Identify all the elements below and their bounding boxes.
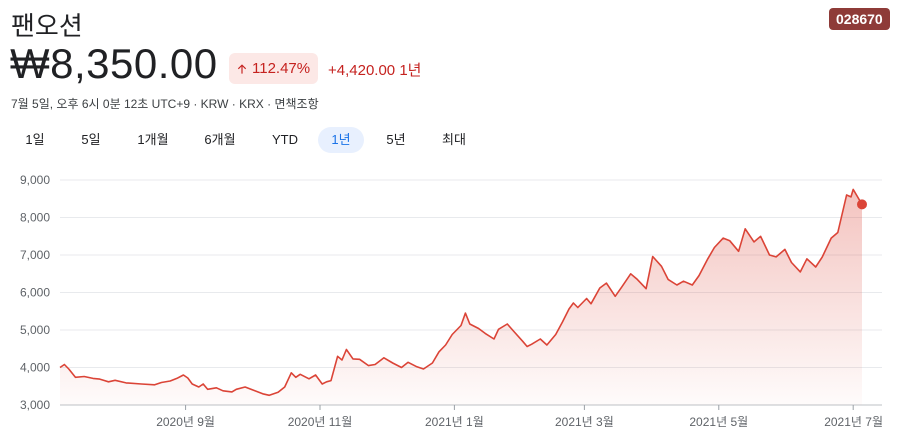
tab-1d[interactable]: 1일 — [14, 127, 56, 153]
tab-max[interactable]: 최대 — [432, 127, 476, 153]
x-tick-label: 2021년 3월 — [555, 415, 614, 429]
tab-1m[interactable]: 1개월 — [129, 127, 177, 153]
tab-6m[interactable]: 6개월 — [196, 127, 244, 153]
x-tick-label: 2021년 5월 — [689, 415, 748, 429]
price-meta: 7월 5일, 오후 6시 0분 12초 UTC+9 · KRW · KRX · … — [11, 97, 319, 111]
x-tick-label: 2020년 9월 — [156, 415, 215, 429]
stock-name: 팬오션 — [11, 11, 83, 41]
absolute-change: +4,420.00 1년 — [328, 62, 422, 79]
y-tick-label: 9,000 — [20, 173, 50, 187]
x-tick-label: 2020년 11월 — [288, 415, 353, 429]
range-tabs: 1일 5일 1개월 6개월 YTD 1년 5년 최대 — [0, 127, 897, 153]
ticker-badge[interactable]: 028670 — [829, 8, 890, 30]
y-axis: 9,000 8,000 7,000 6,000 5,000 4,000 3,000 — [20, 173, 50, 412]
price-area — [60, 189, 862, 405]
y-tick-label: 3,000 — [20, 398, 50, 412]
tab-ytd[interactable]: YTD — [262, 127, 308, 153]
y-tick-label: 5,000 — [20, 323, 50, 337]
percent-change-value: 112.47% — [252, 60, 311, 77]
current-price: ₩8,350.00 — [10, 40, 218, 87]
y-tick-label: 4,000 — [20, 361, 50, 375]
tab-5d[interactable]: 5일 — [70, 127, 112, 153]
y-tick-label: 7,000 — [20, 248, 50, 262]
tab-5y[interactable]: 5년 — [374, 127, 418, 153]
price-chart[interactable]: 9,000 8,000 7,000 6,000 5,000 4,000 3,000 2020… — [0, 166, 897, 444]
arrow-up-icon — [237, 63, 247, 74]
y-tick-label: 6,000 — [20, 286, 50, 300]
y-tick-label: 8,000 — [20, 211, 50, 225]
last-price-point[interactable] — [857, 199, 867, 210]
x-tick-label: 2021년 1월 — [425, 415, 484, 429]
x-axis: 2020년 9월 2020년 11월 2021년 1월 2021년 3월 2021년 5… — [156, 405, 883, 429]
percent-change-badge: 112.47% — [229, 53, 319, 84]
tab-1y[interactable]: 1년 — [318, 127, 364, 153]
x-tick-label: 2021년 7월 — [824, 415, 883, 429]
